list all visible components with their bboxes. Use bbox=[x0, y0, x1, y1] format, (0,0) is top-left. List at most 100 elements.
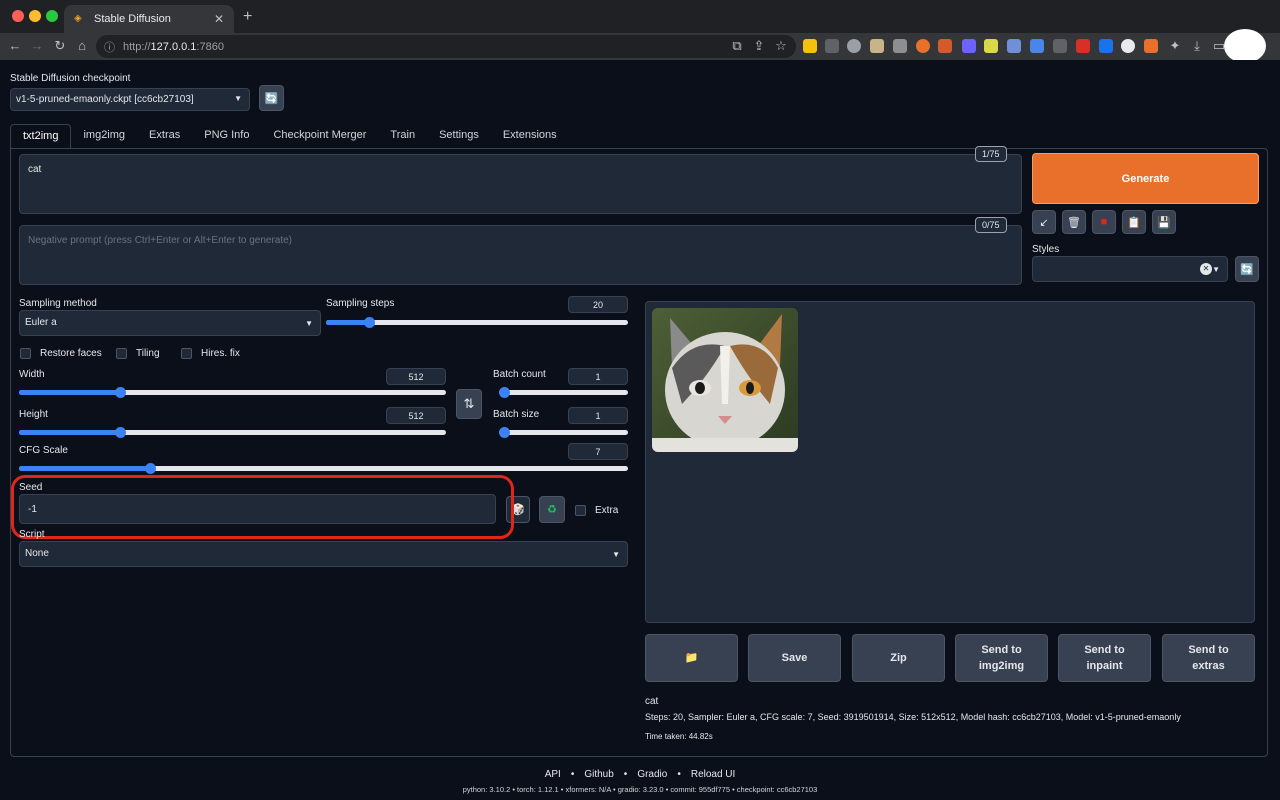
batch-size-input[interactable]: 1 bbox=[568, 407, 628, 424]
extension-icon[interactable] bbox=[1099, 39, 1113, 53]
batch-size-slider[interactable] bbox=[499, 427, 628, 438]
batch-count-input[interactable]: 1 bbox=[568, 368, 628, 385]
extension-icon[interactable] bbox=[984, 39, 998, 53]
tiling-label: Tiling bbox=[136, 348, 160, 359]
download-icon[interactable]: ⤓ bbox=[1188, 37, 1206, 55]
read-params-button[interactable]: ↙ bbox=[1032, 210, 1056, 234]
tab-png-info[interactable]: PNG Info bbox=[192, 124, 261, 148]
extension-icon[interactable] bbox=[1121, 39, 1135, 53]
refresh-checkpoint-button[interactable]: 🔄 bbox=[259, 85, 284, 111]
extension-icon[interactable] bbox=[870, 39, 884, 53]
new-tab-icon[interactable]: + bbox=[243, 8, 252, 26]
slider-handle[interactable] bbox=[499, 387, 510, 398]
tab-extras[interactable]: Extras bbox=[137, 124, 192, 148]
batch-count-slider[interactable] bbox=[499, 387, 628, 398]
extension-icon[interactable] bbox=[847, 39, 861, 53]
site-info-icon[interactable]: ⓘ bbox=[104, 39, 115, 55]
negative-prompt-textarea[interactable]: Negative prompt (press Ctrl+Enter or Alt… bbox=[19, 225, 1022, 285]
slider-handle[interactable] bbox=[364, 317, 375, 328]
checkbox-box[interactable] bbox=[116, 348, 127, 359]
slider-handle[interactable] bbox=[115, 387, 126, 398]
bookmark-star-icon[interactable]: ☆ bbox=[772, 37, 790, 55]
footer-link-github[interactable]: Github bbox=[584, 769, 613, 780]
sampling-method-select[interactable]: Euler a ▼ bbox=[19, 310, 321, 336]
extension-icon[interactable] bbox=[962, 39, 976, 53]
send-to-inpaint-button[interactable]: Send to inpaint bbox=[1058, 634, 1151, 682]
reload-icon[interactable]: ↻ bbox=[51, 37, 69, 55]
zip-button[interactable]: Zip bbox=[852, 634, 945, 682]
minimize-window-button[interactable] bbox=[29, 10, 41, 22]
sampling-steps-input[interactable]: 20 bbox=[568, 296, 628, 313]
generate-button[interactable]: Generate bbox=[1032, 153, 1259, 204]
extension-icon[interactable] bbox=[893, 39, 907, 53]
hires-fix-checkbox[interactable]: Hires. fix bbox=[181, 348, 240, 359]
close-tab-icon[interactable]: ✕ bbox=[214, 12, 224, 26]
extra-seed-checkbox[interactable]: Extra bbox=[575, 505, 618, 516]
generated-image-thumbnail[interactable] bbox=[652, 308, 798, 452]
forward-icon[interactable]: → bbox=[28, 37, 46, 55]
sampling-steps-slider[interactable] bbox=[326, 317, 628, 328]
tab-train[interactable]: Train bbox=[378, 124, 427, 148]
slider-handle[interactable] bbox=[499, 427, 510, 438]
cfg-scale-slider[interactable] bbox=[19, 463, 628, 474]
footer-link-gradio[interactable]: Gradio bbox=[637, 769, 667, 780]
height-input[interactable]: 512 bbox=[386, 407, 446, 424]
extension-icon[interactable] bbox=[1076, 39, 1090, 53]
browser-tab[interactable]: ◈ Stable Diffusion ✕ bbox=[64, 5, 234, 33]
styles-select[interactable]: ✕ ▼ bbox=[1032, 256, 1228, 282]
reuse-seed-button[interactable]: ♻ bbox=[539, 496, 565, 523]
save-button[interactable]: Save bbox=[748, 634, 841, 682]
tab-img2img[interactable]: img2img bbox=[71, 124, 137, 148]
extension-icon[interactable] bbox=[1144, 39, 1158, 53]
home-icon[interactable]: ⌂ bbox=[73, 37, 91, 55]
cfg-scale-input[interactable]: 7 bbox=[568, 443, 628, 460]
checkbox-box[interactable] bbox=[20, 348, 31, 359]
checkbox-box[interactable] bbox=[181, 348, 192, 359]
tab-settings[interactable]: Settings bbox=[427, 124, 491, 148]
maximize-window-button[interactable] bbox=[46, 10, 58, 22]
height-slider[interactable] bbox=[19, 427, 446, 438]
width-slider[interactable] bbox=[19, 387, 446, 398]
extension-icon[interactable] bbox=[916, 39, 930, 53]
send-to-extras-button[interactable]: Send to extras bbox=[1162, 634, 1255, 682]
checkbox-box[interactable] bbox=[575, 505, 586, 516]
restore-faces-checkbox[interactable]: Restore faces bbox=[20, 348, 102, 359]
slider-handle[interactable] bbox=[145, 463, 156, 474]
footer-link-api[interactable]: API bbox=[545, 769, 561, 780]
prompt-token-counter: 1/75 bbox=[975, 146, 1007, 162]
checkpoint-select[interactable]: v1-5-pruned-emaonly.ckpt [cc6cb27103] ▼ bbox=[10, 88, 250, 111]
save-style-button[interactable]: 💾 bbox=[1152, 210, 1176, 234]
extension-icon[interactable] bbox=[1053, 39, 1067, 53]
extension-icon[interactable] bbox=[938, 39, 952, 53]
extension-icon[interactable] bbox=[803, 39, 817, 53]
refresh-styles-button[interactable]: 🔄 bbox=[1235, 256, 1259, 282]
tab-txt2img[interactable]: txt2img bbox=[10, 124, 72, 148]
footer-link-reload-ui[interactable]: Reload UI bbox=[691, 769, 735, 780]
clear-selection-icon[interactable]: ✕ bbox=[1200, 263, 1212, 275]
open-folder-button[interactable]: 📁 bbox=[645, 634, 738, 682]
address-bar[interactable]: ⓘ http://127.0.0.1:7860 bbox=[96, 35, 796, 58]
send-to-img2img-button[interactable]: Send to img2img bbox=[955, 634, 1048, 682]
tiling-checkbox[interactable]: Tiling bbox=[116, 348, 160, 359]
translate-icon[interactable]: ⧉ bbox=[728, 37, 746, 55]
back-icon[interactable]: ← bbox=[6, 37, 24, 55]
checkpoint-value: v1-5-pruned-emaonly.ckpt [cc6cb27103] bbox=[16, 94, 194, 105]
apply-style-button[interactable]: 📋 bbox=[1122, 210, 1146, 234]
show-extra-networks-button[interactable]: ■ bbox=[1092, 210, 1116, 234]
share-icon[interactable]: ⇪ bbox=[750, 37, 768, 55]
extension-icon[interactable] bbox=[1007, 39, 1021, 53]
tab-checkpoint-merger[interactable]: Checkpoint Merger bbox=[261, 124, 378, 148]
profile-avatar[interactable] bbox=[1224, 29, 1266, 63]
width-input[interactable]: 512 bbox=[386, 368, 446, 385]
clear-prompt-button[interactable]: 🗑 bbox=[1062, 210, 1086, 234]
extension-icon[interactable] bbox=[1030, 39, 1044, 53]
close-window-button[interactable] bbox=[12, 10, 24, 22]
swap-dimensions-button[interactable]: ⇅ bbox=[456, 389, 482, 419]
separator-dot: • bbox=[677, 769, 681, 780]
script-select[interactable]: None ▼ bbox=[19, 541, 628, 567]
tab-extensions[interactable]: Extensions bbox=[491, 124, 569, 148]
extensions-puzzle-icon[interactable]: ✦ bbox=[1166, 37, 1184, 55]
slider-handle[interactable] bbox=[115, 427, 126, 438]
prompt-textarea[interactable]: cat bbox=[19, 154, 1022, 214]
extension-icon[interactable] bbox=[825, 39, 839, 53]
